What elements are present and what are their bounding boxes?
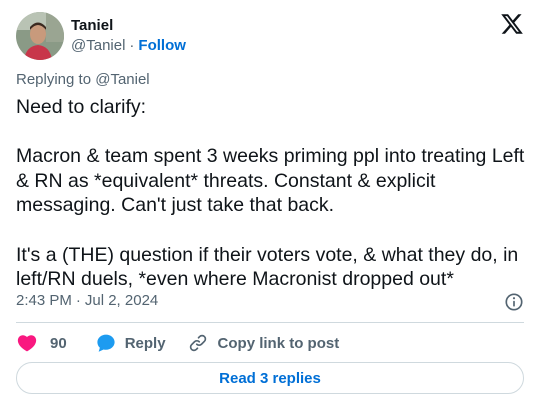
reply-label: Reply <box>124 334 166 352</box>
x-logo-icon[interactable] <box>500 12 524 36</box>
tweet-timestamp[interactable]: 2:43 PM · Jul 2, 2024 <box>16 291 158 311</box>
reply-context: Replying to @Taniel <box>16 71 150 88</box>
author-info: Taniel @Taniel · Follow <box>71 16 186 56</box>
link-icon <box>189 334 206 352</box>
copy-link-label: Copy link to post <box>217 334 340 352</box>
tweet-date[interactable]: Jul 2, 2024 <box>85 291 158 311</box>
handle-separator: · <box>129 37 135 54</box>
divider <box>16 322 524 323</box>
tweet-paragraph: It's a (THE) question if their voters vo… <box>16 243 519 291</box>
timestamp-separator: · <box>75 292 81 309</box>
tweet-paragraph: Macron & team spent 3 weeks priming ppl … <box>16 145 525 217</box>
tweet-text: Need to clarify: Macron & team spent 3 w… <box>16 95 528 292</box>
tweet-paragraph: Need to clarify: <box>16 96 147 118</box>
author-display-name[interactable]: Taniel <box>71 16 186 36</box>
heart-icon <box>17 335 37 352</box>
tweet-time[interactable]: 2:43 PM <box>16 291 72 311</box>
author-handle[interactable]: @Taniel <box>71 36 125 56</box>
tweet-header: Taniel @Taniel · Follow <box>16 12 186 60</box>
read-replies-button[interactable]: Read 3 replies <box>16 362 524 394</box>
info-icon[interactable] <box>504 292 524 312</box>
like-count: 90 <box>50 334 67 352</box>
action-bar: 90 Reply Copy link to post <box>16 331 339 355</box>
avatar[interactable] <box>16 12 64 60</box>
reply-bubble-icon <box>97 334 115 352</box>
like-button[interactable]: 90 <box>16 332 67 354</box>
author-handle-row: @Taniel · Follow <box>71 36 186 56</box>
copy-link-button[interactable]: Copy link to post <box>188 333 340 353</box>
follow-button[interactable]: Follow <box>138 36 186 56</box>
tweet-card: Taniel @Taniel · Follow Replying to @Tan… <box>0 0 540 409</box>
reply-button[interactable]: Reply <box>95 332 166 354</box>
